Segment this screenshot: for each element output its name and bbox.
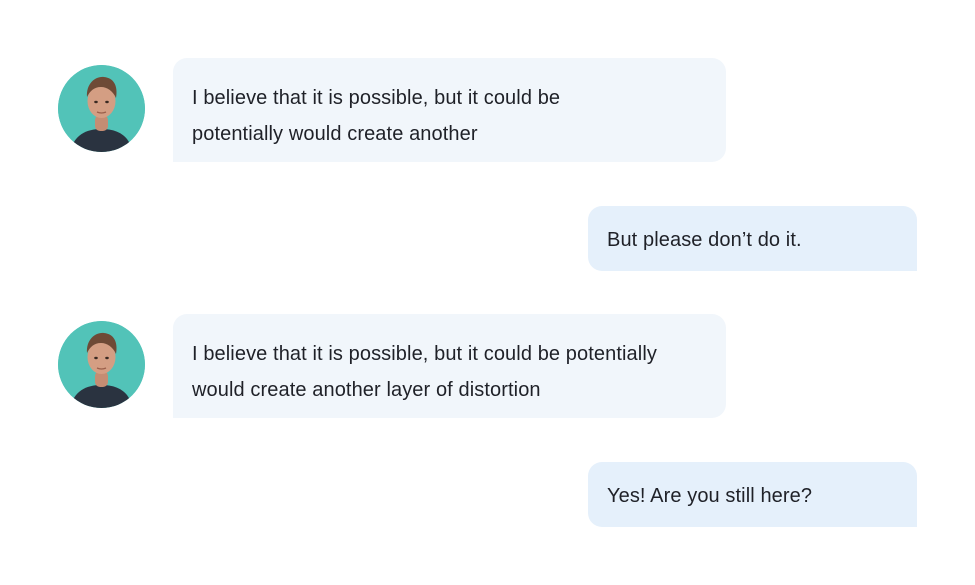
person-photo-icon	[58, 321, 145, 408]
contact-avatar[interactable]	[58, 321, 145, 408]
outgoing-message-bubble[interactable]: But please don’t do it.	[588, 206, 917, 271]
outgoing-message-bubble[interactable]: Yes! Are you still here?	[588, 462, 917, 527]
contact-avatar[interactable]	[58, 65, 145, 152]
incoming-message-bubble[interactable]: I believe that it is possible, but it co…	[173, 58, 726, 162]
message-text: I believe that it is possible, but it co…	[192, 343, 657, 401]
message-text: I believe that it is possible, but it co…	[192, 87, 561, 145]
incoming-message-bubble[interactable]: I believe that it is possible, but it co…	[173, 314, 726, 418]
message-text: But please don’t do it.	[607, 229, 802, 251]
message-text: Yes! Are you still here?	[607, 485, 813, 507]
person-photo-icon	[58, 65, 145, 152]
